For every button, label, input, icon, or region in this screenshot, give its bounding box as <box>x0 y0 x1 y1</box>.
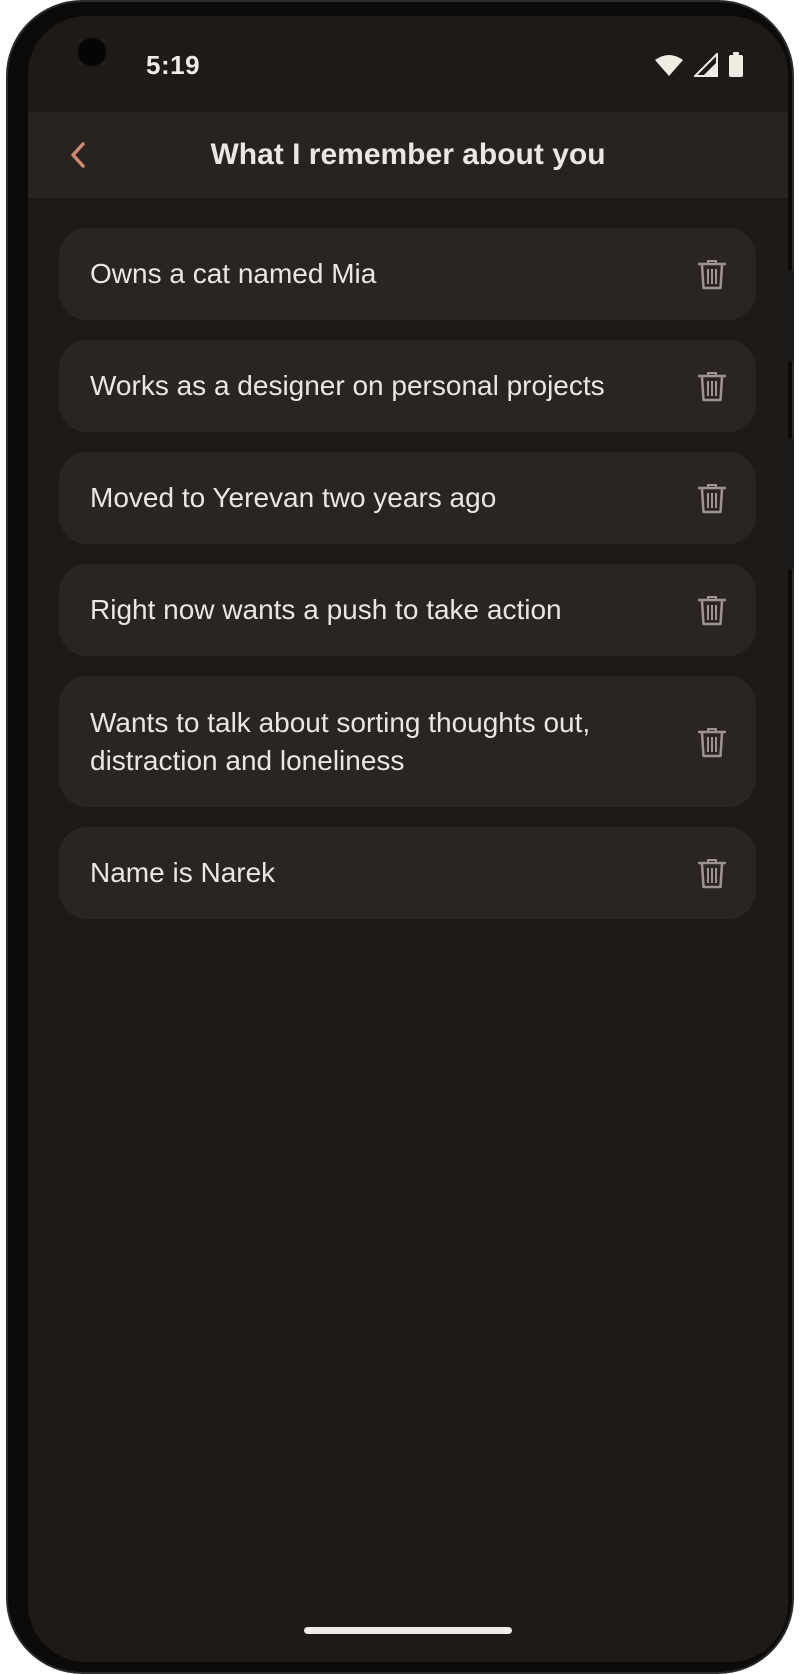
front-camera <box>78 38 106 66</box>
memory-text: Name is Narek <box>90 857 276 888</box>
app-bar: What I remember about you <box>28 112 788 198</box>
device-frame: 5:19 What I remember about you Owns a ca… <box>6 0 794 1674</box>
memory-item: Right now wants a push to take action <box>59 564 756 656</box>
trash-icon <box>698 484 726 514</box>
delete-memory-button[interactable] <box>690 720 734 764</box>
memory-item: Name is Narek <box>59 827 756 919</box>
memory-text: Works as a designer on personal projects <box>90 370 605 401</box>
battery-icon <box>729 52 743 77</box>
memory-text: Owns a cat named Mia <box>90 258 377 289</box>
trash-icon <box>698 727 726 757</box>
status-icons <box>654 52 744 78</box>
screen: 5:19 What I remember about you Owns a ca… <box>28 16 788 1662</box>
memory-item: Moved to Yerevan two years ago <box>59 452 756 544</box>
memory-item: Owns a cat named Mia <box>59 228 756 320</box>
trash-icon <box>698 372 726 402</box>
memory-list: Owns a cat named Mia Works as a designer… <box>59 228 756 919</box>
home-indicator[interactable] <box>304 1627 512 1634</box>
trash-icon <box>698 260 726 290</box>
page-title: What I remember about you <box>210 138 606 171</box>
memory-text: Moved to Yerevan two years ago <box>90 482 497 513</box>
memory-item: Works as a designer on personal projects <box>59 340 756 432</box>
trash-icon <box>698 596 726 626</box>
delete-memory-button[interactable] <box>690 588 734 632</box>
trash-icon <box>698 859 726 889</box>
wifi-icon <box>655 55 683 76</box>
delete-memory-button[interactable] <box>690 252 734 296</box>
status-time: 5:19 <box>146 50 201 80</box>
delete-memory-button[interactable] <box>690 364 734 408</box>
memory-text: Wants to talk about sorting thoughts out… <box>90 706 591 776</box>
memory-item: Wants to talk about sorting thoughts out… <box>59 676 756 807</box>
delete-memory-button[interactable] <box>690 851 734 895</box>
signal-icon <box>694 53 718 77</box>
memory-text: Right now wants a push to take action <box>90 594 562 625</box>
delete-memory-button[interactable] <box>690 476 734 520</box>
